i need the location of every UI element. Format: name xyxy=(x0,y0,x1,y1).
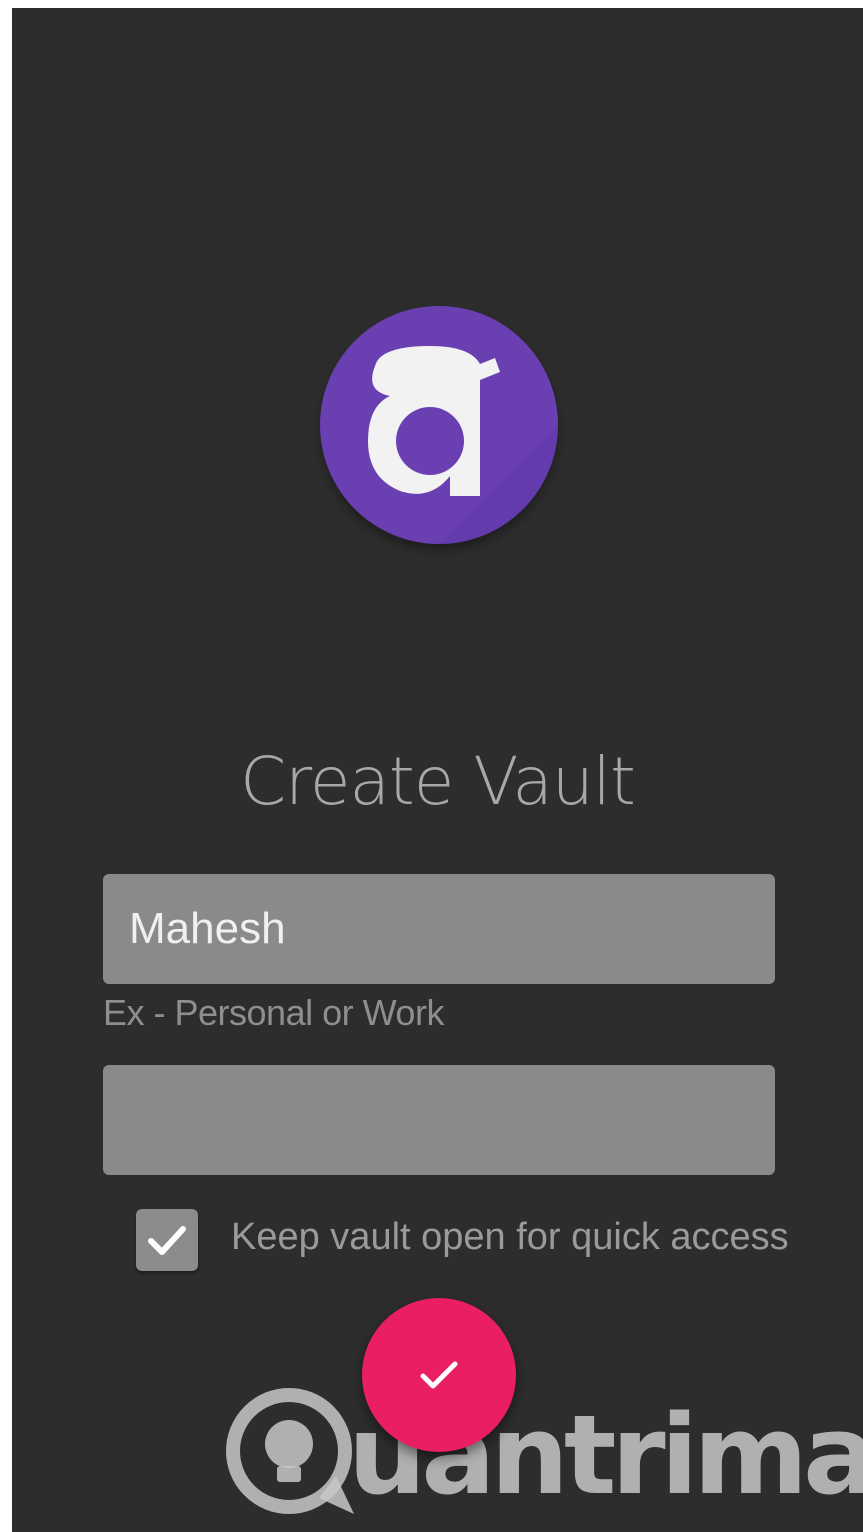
page-title: Create Vault xyxy=(240,743,636,820)
app-logo-icon xyxy=(320,306,558,544)
lightbulb-icon xyxy=(226,1388,354,1514)
vault-name-hint: Ex - Personal or Work xyxy=(103,992,444,1033)
keep-open-checkbox[interactable] xyxy=(136,1209,198,1271)
keep-open-label[interactable]: Keep vault open for quick access xyxy=(231,1216,789,1259)
vault-name-input[interactable] xyxy=(103,874,775,984)
password-input[interactable] xyxy=(103,1065,775,1175)
create-vault-screen: Create Vault Ex - Personal or Work Keep … xyxy=(12,8,863,1532)
check-icon xyxy=(148,1226,186,1255)
submit-button[interactable] xyxy=(362,1298,516,1452)
check-icon xyxy=(420,1361,458,1389)
watermark: uantrimang xyxy=(224,1380,863,1530)
